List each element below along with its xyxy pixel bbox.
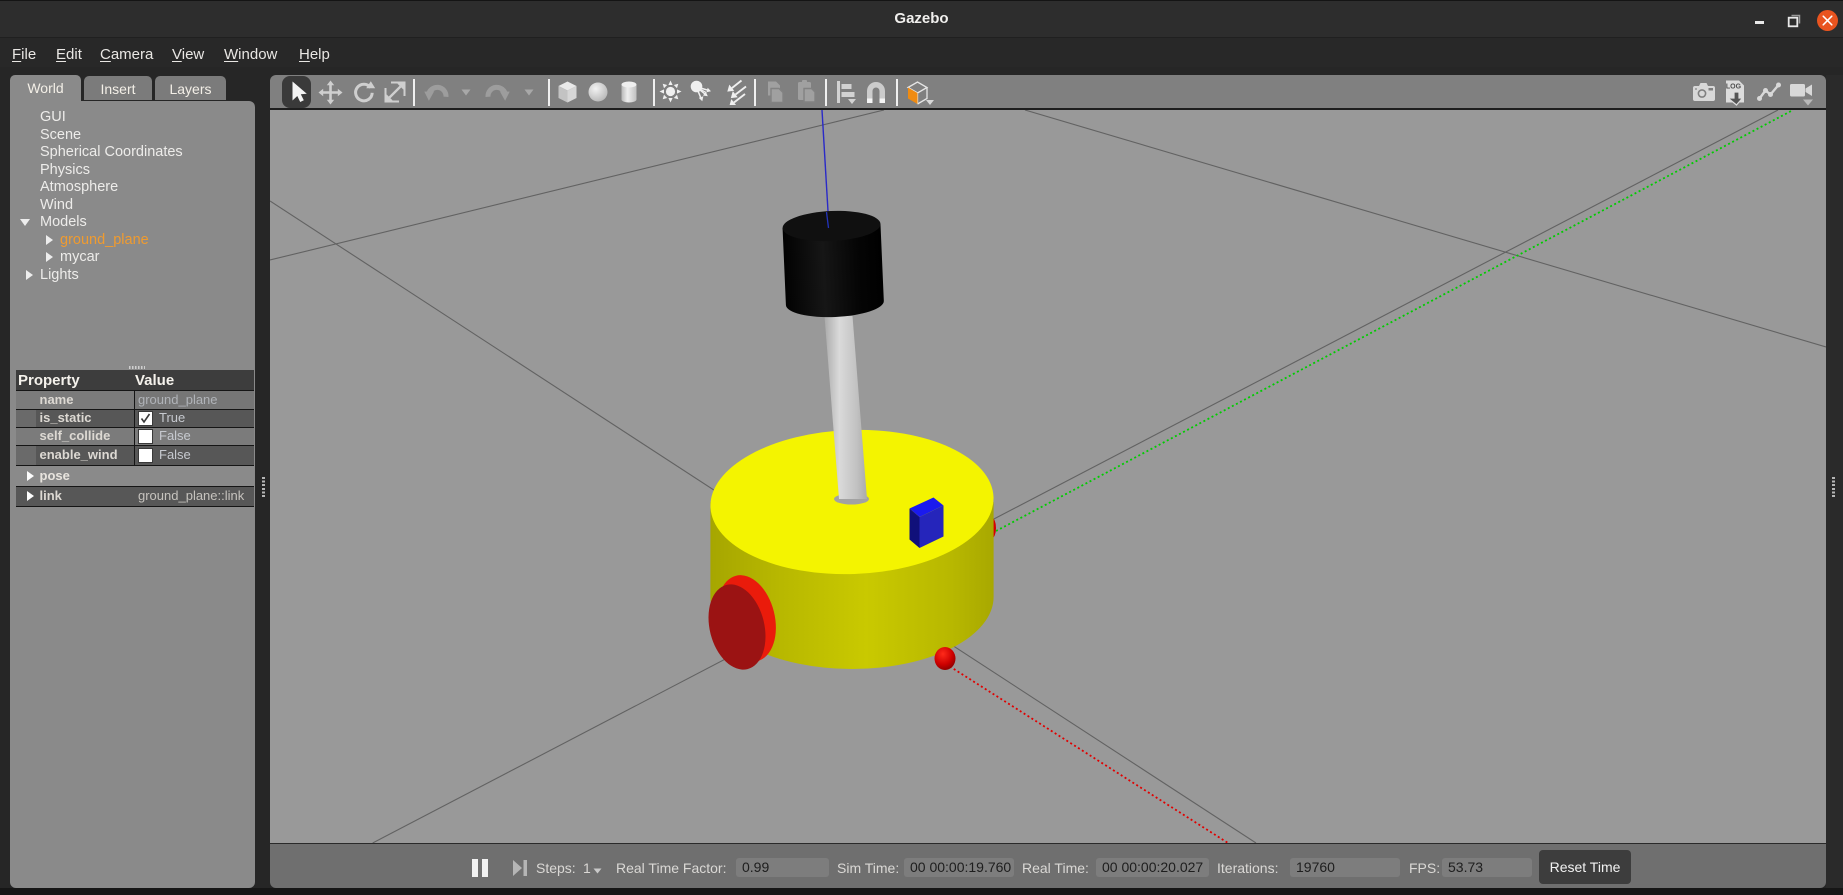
svg-text:LOG: LOG [1726,84,1742,91]
